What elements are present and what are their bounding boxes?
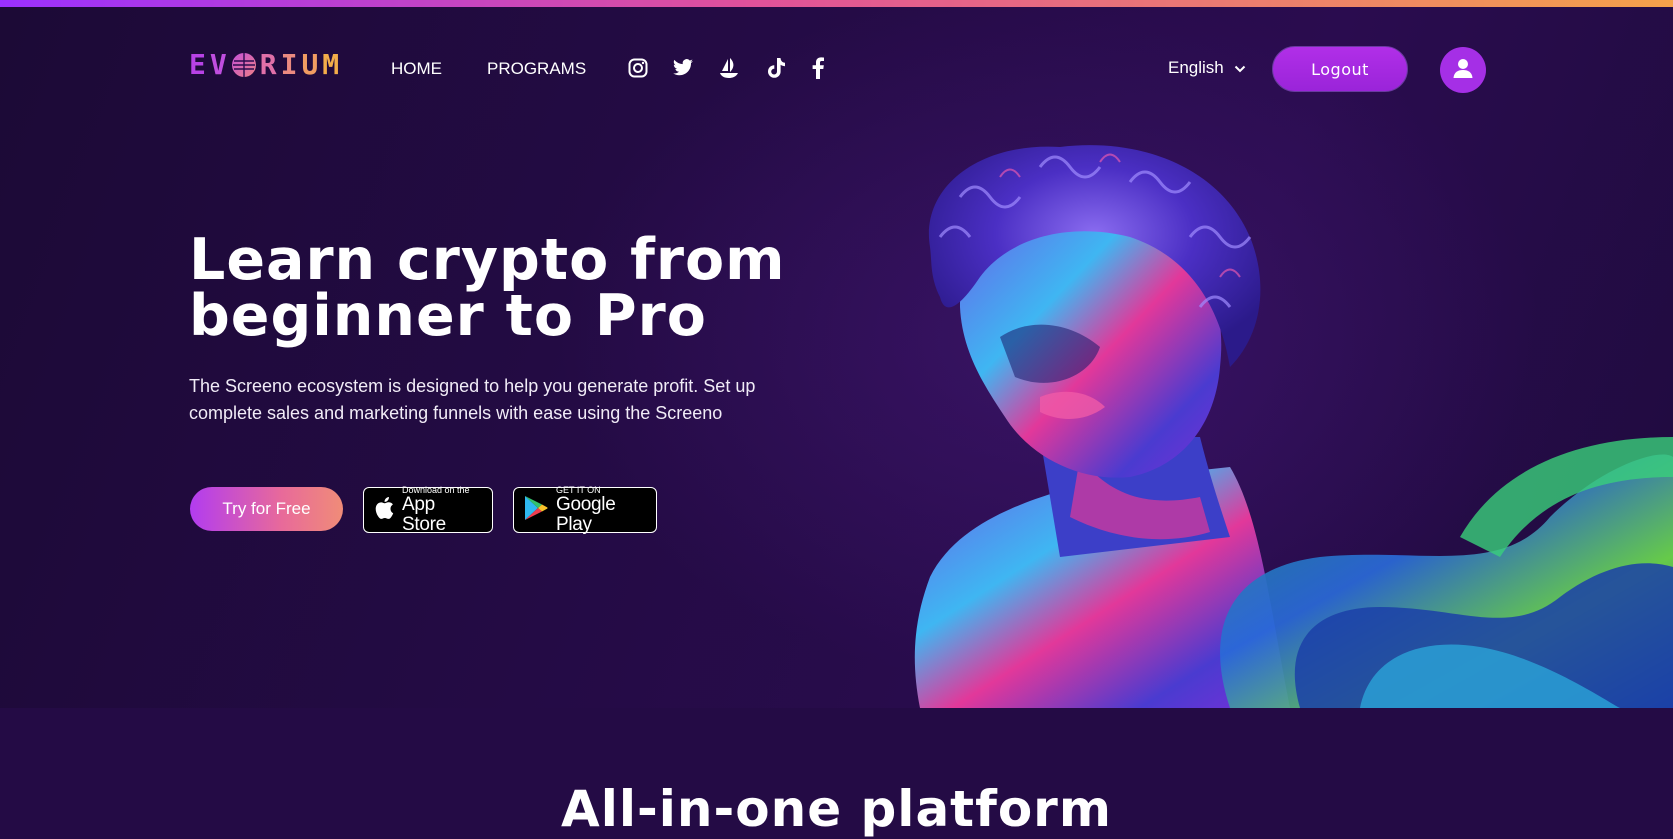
- app-store-button[interactable]: Download on the App Store: [363, 485, 493, 535]
- google-play-text: GET IT ON Google Play: [556, 485, 646, 535]
- logo-letter: V: [209, 48, 228, 81]
- instagram-icon[interactable]: [625, 55, 651, 81]
- twitter-icon[interactable]: [670, 55, 696, 81]
- top-gradient-bar: [0, 0, 1673, 7]
- user-avatar-button[interactable]: [1440, 47, 1486, 93]
- google-play-button[interactable]: GET IT ON Google Play: [513, 485, 657, 535]
- hero-subtitle-line-1: The Screeno ecosystem is designed to hel…: [189, 376, 756, 396]
- platform-section: All-in-one platform: [0, 708, 1673, 839]
- hero-statue-image: [900, 137, 1673, 708]
- language-label: English: [1168, 58, 1224, 77]
- try-for-free-label: Try for Free: [222, 499, 311, 518]
- hero-title-line-2: beginner to Pro: [189, 283, 707, 349]
- google-play-big-label: Google Play: [556, 494, 616, 535]
- brand-logo[interactable]: E V R I U M: [189, 49, 340, 81]
- hero-section: E V R I U M HOME PROGRAMS English Logout…: [0, 7, 1673, 708]
- chevron-down-icon: [1234, 58, 1246, 78]
- apple-icon: [374, 496, 394, 524]
- user-icon: [1452, 57, 1474, 83]
- opensea-icon[interactable]: [716, 55, 742, 81]
- logout-button[interactable]: Logout: [1272, 46, 1408, 92]
- google-play-icon: [524, 495, 548, 525]
- logo-letter: R: [259, 48, 278, 81]
- language-selector[interactable]: English: [1168, 58, 1246, 78]
- nav-programs-link[interactable]: PROGRAMS: [487, 59, 586, 79]
- nav-home-link[interactable]: HOME: [391, 59, 442, 79]
- app-store-big-label: App Store: [402, 494, 446, 535]
- logo-letter: M: [322, 48, 341, 81]
- section-title: All-in-one platform: [561, 780, 1112, 838]
- try-for-free-button[interactable]: Try for Free: [190, 487, 343, 531]
- logo-letter: I: [280, 48, 299, 81]
- site-header: E V R I U M HOME PROGRAMS English Logout: [0, 7, 1673, 122]
- logo-letter: E: [189, 48, 207, 81]
- logout-label: Logout: [1311, 59, 1369, 79]
- hero-title: Learn crypto from beginner to Pro: [189, 227, 829, 349]
- logo-letter: U: [301, 48, 320, 81]
- app-store-text: Download on the App Store: [402, 485, 482, 535]
- hero-title-line-1: Learn crypto from: [189, 227, 786, 293]
- hero-subtitle-line-2: complete sales and marketing funnels wit…: [189, 403, 723, 423]
- facebook-icon[interactable]: [805, 55, 831, 81]
- logo-globe-letter: [231, 52, 257, 78]
- tiktok-icon[interactable]: [763, 55, 789, 81]
- hero-subtitle: The Screeno ecosystem is designed to hel…: [189, 373, 809, 427]
